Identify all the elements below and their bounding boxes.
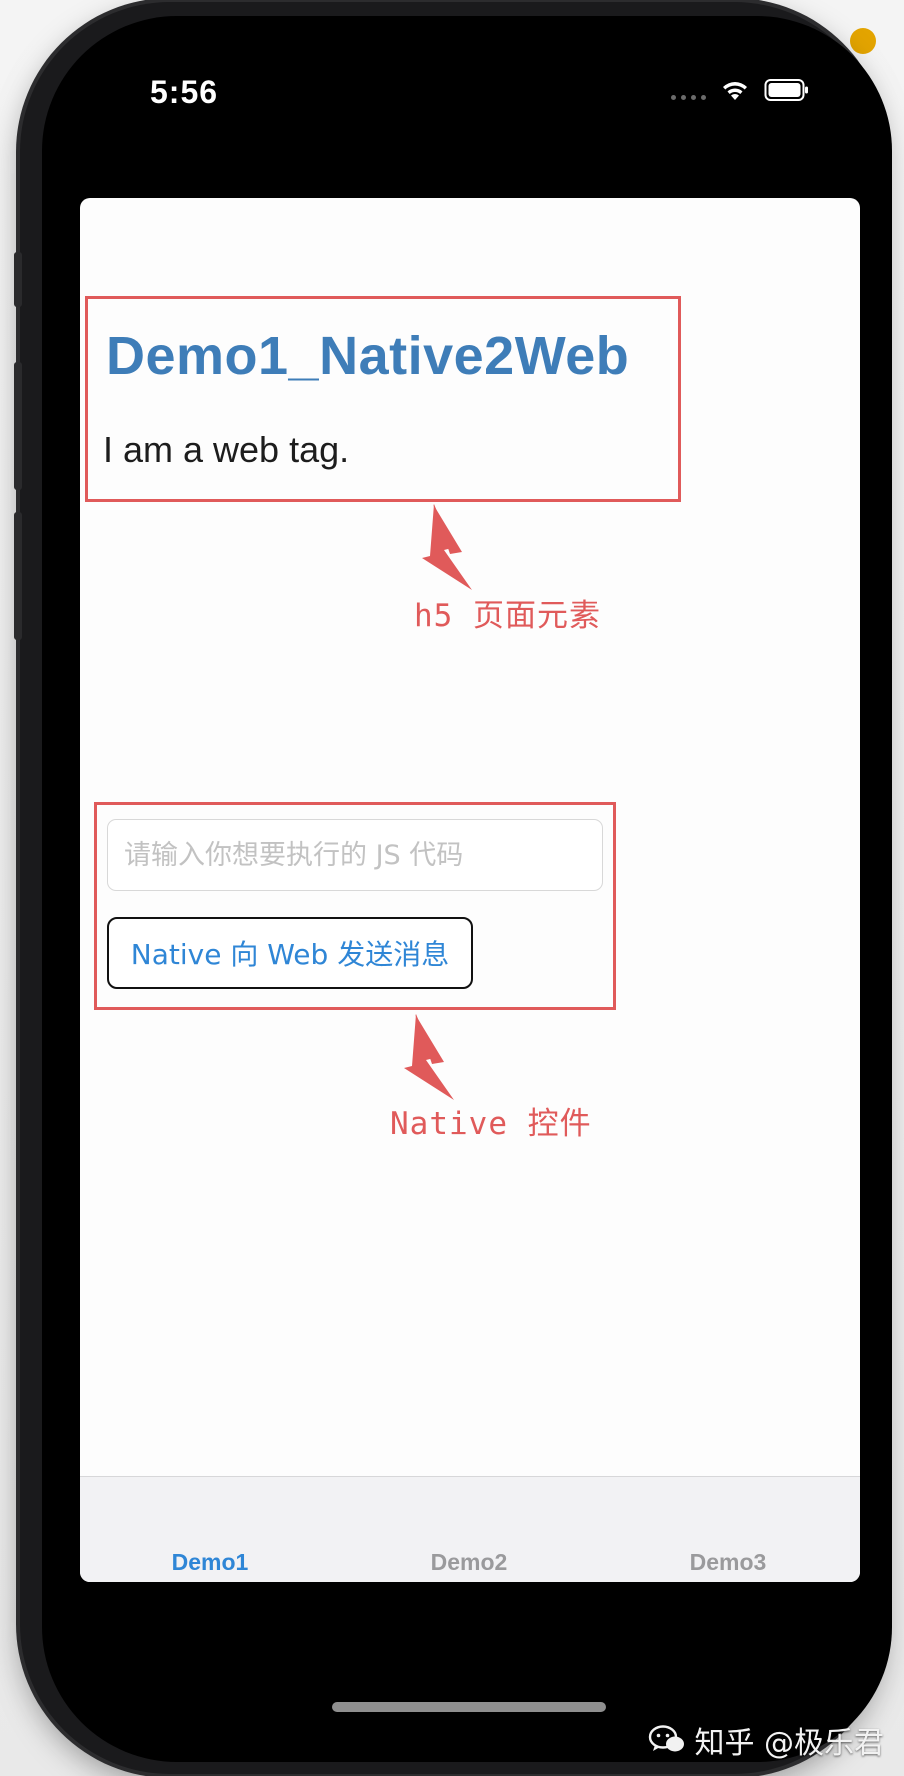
app-content: Demo1_Native2Web I am a web tag. h5 页面元素… — [80, 198, 860, 1582]
h5-annotation-label: h5 页面元素 — [414, 598, 601, 634]
h5-highlight-box: Demo1_Native2Web I am a web tag. — [85, 296, 681, 502]
native-highlight-box: Native 向 Web 发送消息 — [94, 802, 616, 1010]
status-time: 5:56 — [150, 74, 219, 110]
status-icons — [671, 78, 810, 102]
tab-bar: Demo1 Demo2 Demo3 — [80, 1476, 860, 1582]
arrow-up-icon — [404, 1014, 454, 1100]
web-title: Demo1_Native2Web — [106, 326, 630, 386]
arrow-up-icon — [422, 504, 472, 590]
send-message-button[interactable]: Native 向 Web 发送消息 — [107, 917, 473, 989]
web-text: I am a web tag. — [103, 429, 350, 470]
screenshot-stage: 5:56 Demo1_Native2Web I am a web tag. h5… — [0, 0, 904, 1776]
phone-frame: 5:56 Demo1_Native2Web I am a web tag. h5… — [14, 2, 892, 1774]
volume-down-button — [14, 512, 22, 640]
phone-screen: 5:56 Demo1_Native2Web I am a web tag. h5… — [42, 16, 892, 1762]
home-indicator[interactable] — [332, 1702, 606, 1712]
tab-demo3[interactable]: Demo3 — [628, 1549, 828, 1576]
cellular-signal-icon — [671, 94, 706, 100]
wifi-icon — [720, 78, 750, 102]
background-bulb-icon — [850, 28, 876, 54]
wechat-logo-icon — [649, 1725, 685, 1752]
battery-icon — [764, 78, 810, 102]
volume-up-button — [14, 362, 22, 490]
tab-demo2[interactable]: Demo2 — [369, 1549, 569, 1576]
native-annotation-label: Native 控件 — [390, 1106, 592, 1142]
tab-demo1[interactable]: Demo1 — [110, 1549, 310, 1576]
watermark: 知乎 @极乐君 — [648, 1718, 884, 1762]
js-code-input[interactable] — [107, 819, 603, 891]
side-button — [14, 252, 22, 307]
watermark-text: 知乎 @极乐君 — [694, 1726, 884, 1761]
